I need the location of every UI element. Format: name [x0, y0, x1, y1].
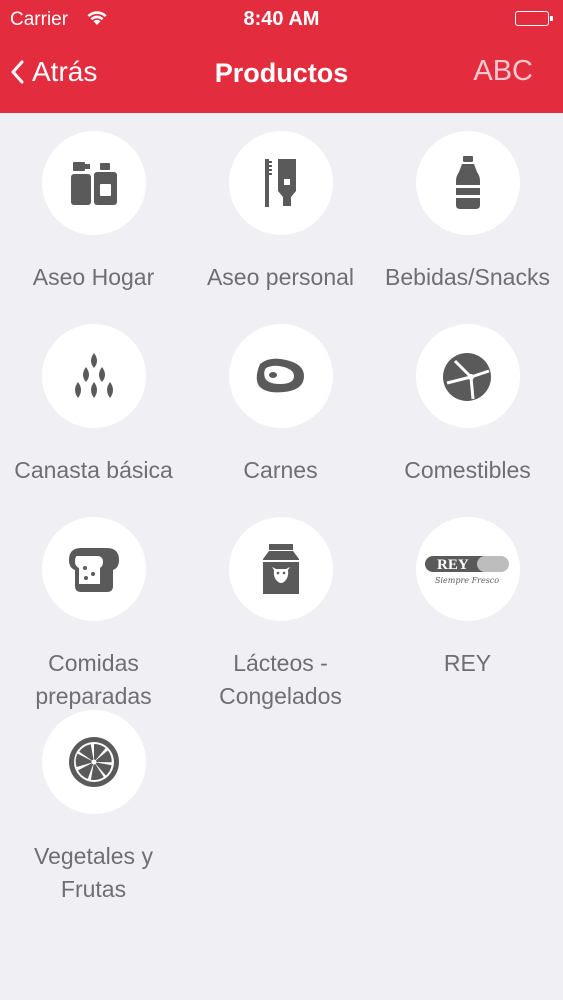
cleaning-bottles-icon — [70, 162, 117, 205]
header: Carrier 8:40 AM Atrás Productos ABC — [0, 0, 563, 113]
category-comidas-preparadas[interactable]: Comidas preparadas — [0, 517, 187, 713]
category-label: Lácteos - Congelados — [219, 650, 342, 709]
category-aseo-hogar[interactable]: Aseo Hogar — [0, 131, 187, 294]
navigation-bar: Atrás Productos ABC — [0, 40, 563, 113]
icon-circle: REY Siempre Fresco — [415, 517, 520, 621]
category-label: Canasta básica — [14, 457, 173, 483]
cookie-icon — [442, 353, 491, 401]
abc-button[interactable]: ABC — [473, 55, 533, 88]
category-comestibles[interactable]: Comestibles — [374, 324, 561, 487]
category-label: REY — [443, 650, 492, 676]
category-label: Comidas preparadas — [35, 650, 152, 709]
category-aseo-personal[interactable]: Aseo personal — [187, 131, 374, 294]
category-label: Comestibles — [404, 457, 531, 483]
icon-circle — [415, 131, 520, 235]
steak-icon — [256, 358, 304, 393]
bread-icon — [68, 548, 119, 592]
icon-circle — [228, 324, 333, 428]
rey-logo-text: REY — [437, 557, 469, 573]
category-carnes[interactable]: Carnes — [187, 324, 374, 487]
rey-logo: REY Siempre Fresco — [424, 556, 509, 585]
citrus-slice-icon — [68, 737, 119, 787]
icon-circle — [41, 131, 146, 235]
grains-icon — [74, 353, 113, 398]
icon-circle — [41, 710, 146, 814]
category-label: Aseo Hogar — [32, 264, 155, 290]
status-time: 8:40 AM — [243, 8, 320, 30]
status-bar: Carrier 8:40 AM — [0, 0, 563, 40]
category-label: Bebidas/Snacks — [385, 264, 550, 290]
category-label: Carnes — [243, 457, 318, 483]
icon-circle — [415, 324, 520, 428]
category-vegetales-frutas[interactable]: Vegetales y Frutas — [0, 710, 187, 906]
battery-icon — [515, 11, 553, 26]
category-rey[interactable]: REY Siempre Fresco REY — [374, 517, 561, 680]
category-label: Aseo personal — [206, 264, 355, 290]
icon-circle — [41, 324, 146, 428]
category-label: Vegetales y Frutas — [34, 843, 153, 902]
milk-carton-icon — [262, 544, 299, 594]
category-lacteos-congelados[interactable]: Lácteos - Congelados — [187, 517, 374, 713]
bottle-icon — [455, 156, 480, 209]
icon-circle — [228, 131, 333, 235]
rey-logo-tagline: Siempre Fresco — [435, 576, 499, 585]
icon-circle — [41, 517, 146, 621]
icon-circle — [228, 517, 333, 621]
category-canasta-basica[interactable]: Canasta básica — [0, 324, 187, 487]
toothbrush-toothpaste-icon — [264, 159, 296, 207]
category-bebidas-snacks[interactable]: Bebidas/Snacks — [374, 131, 561, 294]
